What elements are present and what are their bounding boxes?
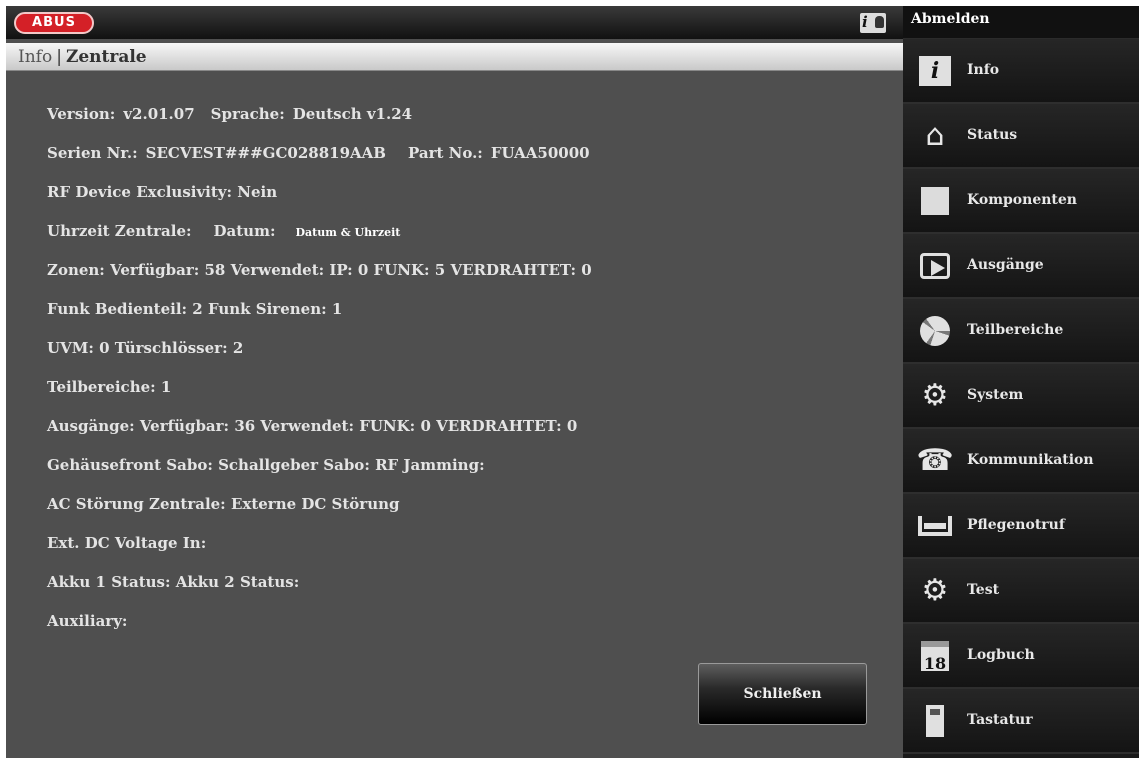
telephone-icon: ☎ — [916, 443, 954, 478]
time-line: Uhrzeit Zentrale: Datum: Datum & Uhrzeit — [47, 222, 401, 240]
keypads-sirens-line: Funk Bedienteil: 2 Funk Sirenen: 1 — [47, 300, 343, 318]
help-user-icon[interactable]: i — [860, 13, 886, 33]
serial-line: Serien Nr.: SECVEST###GC028819AAB Part No.… — [47, 144, 590, 162]
square-icon — [917, 183, 953, 219]
breadcrumb-parent[interactable]: Info — [18, 47, 52, 67]
rf-exclusivity-line: RF Device Exclusivity: Nein — [47, 183, 278, 201]
datetime-value: Datum & Uhrzeit — [295, 226, 401, 239]
close-button[interactable]: Schließen — [698, 663, 867, 725]
version-value: v2.01.07 — [123, 105, 195, 123]
sidebar-item-info[interactable]: i Info — [903, 39, 1139, 104]
ac-fault-line: AC Störung Zentrale: Externe DC Störung — [47, 495, 400, 513]
sidebar-item-ausgaenge[interactable]: Ausgänge — [903, 234, 1139, 299]
house-icon: ⌂ — [925, 118, 945, 153]
part-value: FUAA50000 — [490, 144, 590, 162]
calendar-icon: 18 — [917, 638, 953, 674]
exit-icon — [917, 248, 953, 284]
breadcrumb-separator: | — [56, 47, 62, 67]
sidebar-item-system[interactable]: ⚙ System — [903, 364, 1139, 429]
keypad-icon — [917, 703, 953, 739]
sidebar-item-pflegenotruf[interactable]: Pflegenotruf — [903, 494, 1139, 559]
outputs-line: Ausgänge: Verfügbar: 36 Verwendet: FUNK:… — [47, 417, 578, 435]
gears-icon: ⚙ — [921, 378, 949, 413]
sidebar-item-kommunikation[interactable]: ☎ Kommunikation — [903, 429, 1139, 494]
sidebar-item-teilbereiche[interactable]: Teilbereiche — [903, 299, 1139, 364]
version-line: Version: v2.01.07 Sprache: Deutsch v1.24 — [47, 105, 413, 123]
info-icon: i — [917, 53, 953, 89]
battery-line: Akku 1 Status: Akku 2 Status: — [47, 573, 300, 591]
sidebar-item-tastatur[interactable]: Tastatur — [903, 689, 1139, 754]
bed-icon — [917, 508, 953, 544]
main-panel: Info | Zentrale Version: v2.01.07 Sprache: De… — [6, 39, 903, 758]
sidebar-item-test[interactable]: ⚙ Test — [903, 559, 1139, 624]
sidebar-item-logbuch[interactable]: 18 Logbuch — [903, 624, 1139, 689]
logout-link[interactable]: Abmelden — [911, 11, 990, 27]
sidebar: i Info ⌂ Status Komponenten Ausgänge Tei… — [903, 39, 1139, 758]
sidebar-item-komponenten[interactable]: Komponenten — [903, 169, 1139, 234]
ext-dc-line: Ext. DC Voltage In: — [47, 534, 207, 552]
breadcrumb: Info | Zentrale — [6, 43, 903, 71]
serial-value: SECVEST###GC028819AAB — [145, 144, 386, 162]
partitions-line: Teilbereiche: 1 — [47, 378, 172, 396]
zones-line: Zonen: Verfügbar: 58 Verwendet: IP: 0 FU… — [47, 261, 592, 279]
top-bar: ABUS i — [6, 6, 903, 39]
auxiliary-line: Auxiliary: — [47, 612, 128, 630]
pie-icon — [917, 313, 953, 349]
breadcrumb-current: Zentrale — [65, 47, 147, 67]
info-list: Version: v2.01.07 Sprache: Deutsch v1.24 Se… — [47, 102, 592, 648]
sidebar-item-status[interactable]: ⌂ Status — [903, 104, 1139, 169]
gears-icon: ⚙ — [921, 573, 949, 608]
abus-logo: ABUS — [14, 12, 94, 34]
uvm-locks-line: UVM: 0 Türschlösser: 2 — [47, 339, 244, 357]
tamper-line: Gehäusefront Sabo: Schallgeber Sabo: RF … — [47, 456, 485, 474]
language-value: Deutsch v1.24 — [292, 105, 413, 123]
logout-bar[interactable]: Abmelden — [903, 6, 1139, 39]
